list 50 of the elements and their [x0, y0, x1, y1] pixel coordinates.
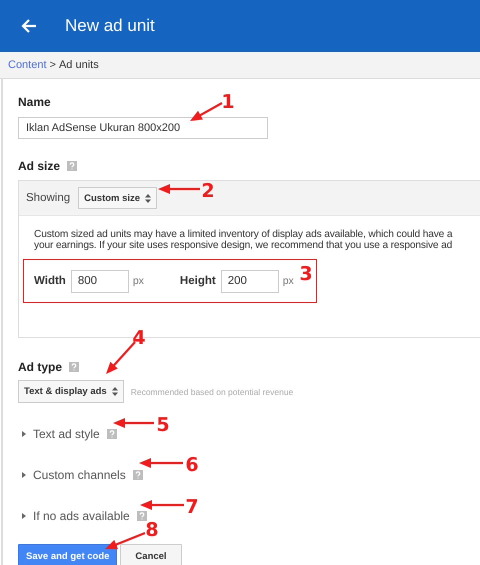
annotation-arrow: [105, 532, 146, 550]
breadcrumb-current: Ad units: [58, 59, 99, 71]
annotation-number: 3: [299, 263, 313, 285]
width-field[interactable]: 800: [70, 270, 129, 292]
hint-text: Recommended based on potential revenue: [130, 386, 294, 396]
annotation-number: 1: [221, 91, 235, 113]
annotation-arrow: [190, 102, 223, 121]
notice-text: your earnings. If your site uses responsive design, we recommend that you use a responsive ad: [34, 240, 454, 251]
breadcrumb-separator: >: [50, 59, 56, 71]
showing-label: Showing: [26, 192, 70, 204]
collapsible-section[interactable]: If no ads available: [21, 509, 130, 523]
annotation-arrow: [139, 458, 183, 468]
unit-label: px: [132, 275, 144, 287]
triangle-icon: [21, 472, 27, 478]
collapsible-section[interactable]: Text ad style: [21, 427, 100, 441]
back-arrow-icon[interactable]: [21, 18, 37, 34]
triangle-icon: [21, 431, 27, 437]
page-title: New ad unit: [65, 16, 155, 36]
sort-arrows-icon: [145, 194, 152, 202]
annotation-arrow: [158, 184, 200, 194]
annotation-arrow: [113, 418, 154, 428]
help-icon[interactable]: [132, 470, 143, 480]
size-select[interactable]: Custom size: [78, 187, 158, 209]
triangle-icon: [21, 513, 27, 519]
annotation-number: 6: [185, 454, 199, 476]
sort-arrows-icon: [112, 387, 118, 396]
width-label: Width: [34, 275, 66, 287]
field-label: Name: [18, 95, 51, 109]
cancel-button[interactable]: Cancel: [120, 544, 182, 565]
help-icon[interactable]: [136, 511, 147, 521]
breadcrumb-link[interactable]: Content: [8, 59, 47, 71]
collapsible-section[interactable]: Custom channels: [21, 468, 126, 482]
section-label: Ad size: [18, 159, 60, 173]
unit-label: px: [282, 275, 294, 287]
help-icon[interactable]: [67, 161, 78, 171]
name-field[interactable]: Iklan AdSense Ukuran 800x200: [18, 117, 268, 139]
annotation-arrow: [140, 500, 184, 510]
ad-type-select[interactable]: Text & display ads: [18, 380, 124, 403]
help-icon[interactable]: [106, 429, 117, 439]
annotation-number: 4: [132, 327, 146, 349]
section-label: Ad type: [18, 360, 62, 374]
height-label: Height: [180, 275, 216, 287]
annotation-number: 5: [156, 414, 170, 436]
annotation-number: 8: [145, 519, 159, 541]
help-icon[interactable]: [69, 362, 80, 372]
annotation-number: 7: [185, 496, 199, 518]
height-field[interactable]: 200: [220, 270, 279, 292]
annotation-number: 2: [201, 180, 215, 202]
notice-text: Custom sized ad units may have a limited inventory of display ads available, which could have a: [34, 229, 454, 240]
save-button[interactable]: Save and get code: [18, 544, 118, 565]
